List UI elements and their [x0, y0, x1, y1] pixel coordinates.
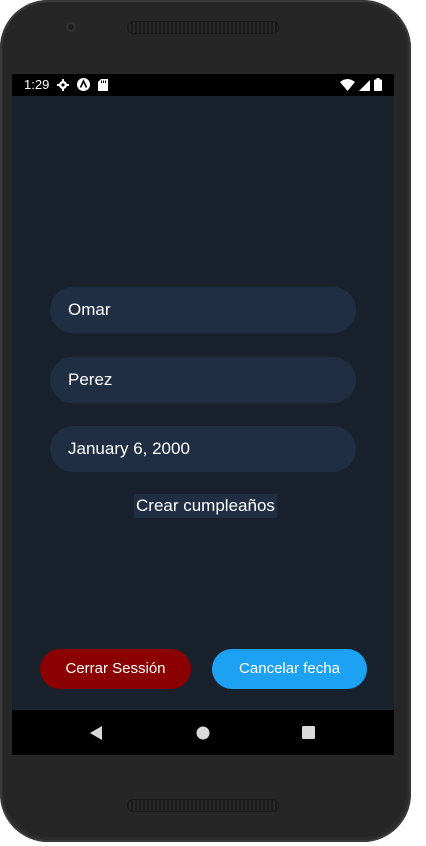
bottom-speaker: [127, 799, 279, 812]
first-name-input[interactable]: Omar: [50, 287, 356, 333]
signal-icon: [359, 79, 370, 91]
cancel-date-button[interactable]: Cancelar fecha: [212, 649, 367, 689]
front-camera: [66, 22, 76, 32]
status-time: 1:29: [24, 77, 50, 92]
create-birthday-button[interactable]: Crear cumpleaños: [134, 494, 277, 518]
status-left: 1:29: [24, 77, 109, 92]
phone-frame: 1:29 Omar Perez January 6, 2000 Crear cu…: [0, 0, 411, 842]
last-name-input[interactable]: Perez: [50, 357, 356, 403]
app-content: Omar Perez January 6, 2000 Crear cumplea…: [12, 96, 394, 710]
sd-card-icon: [98, 78, 109, 91]
battery-icon: [374, 78, 382, 91]
status-bar: 1:29: [12, 74, 394, 96]
navigation-bar: [12, 710, 394, 755]
recents-icon[interactable]: [288, 710, 328, 755]
home-icon[interactable]: [183, 710, 223, 755]
logout-button[interactable]: Cerrar Sessión: [40, 649, 191, 689]
top-speaker: [127, 21, 279, 34]
screen: 1:29 Omar Perez January 6, 2000 Crear cu…: [12, 74, 394, 755]
wifi-icon: [340, 78, 355, 91]
birthday-date-input[interactable]: January 6, 2000: [50, 426, 356, 472]
gear-icon: [57, 78, 70, 91]
status-right: [340, 78, 382, 91]
a-circle-icon: [77, 78, 91, 91]
back-icon[interactable]: [76, 710, 116, 755]
